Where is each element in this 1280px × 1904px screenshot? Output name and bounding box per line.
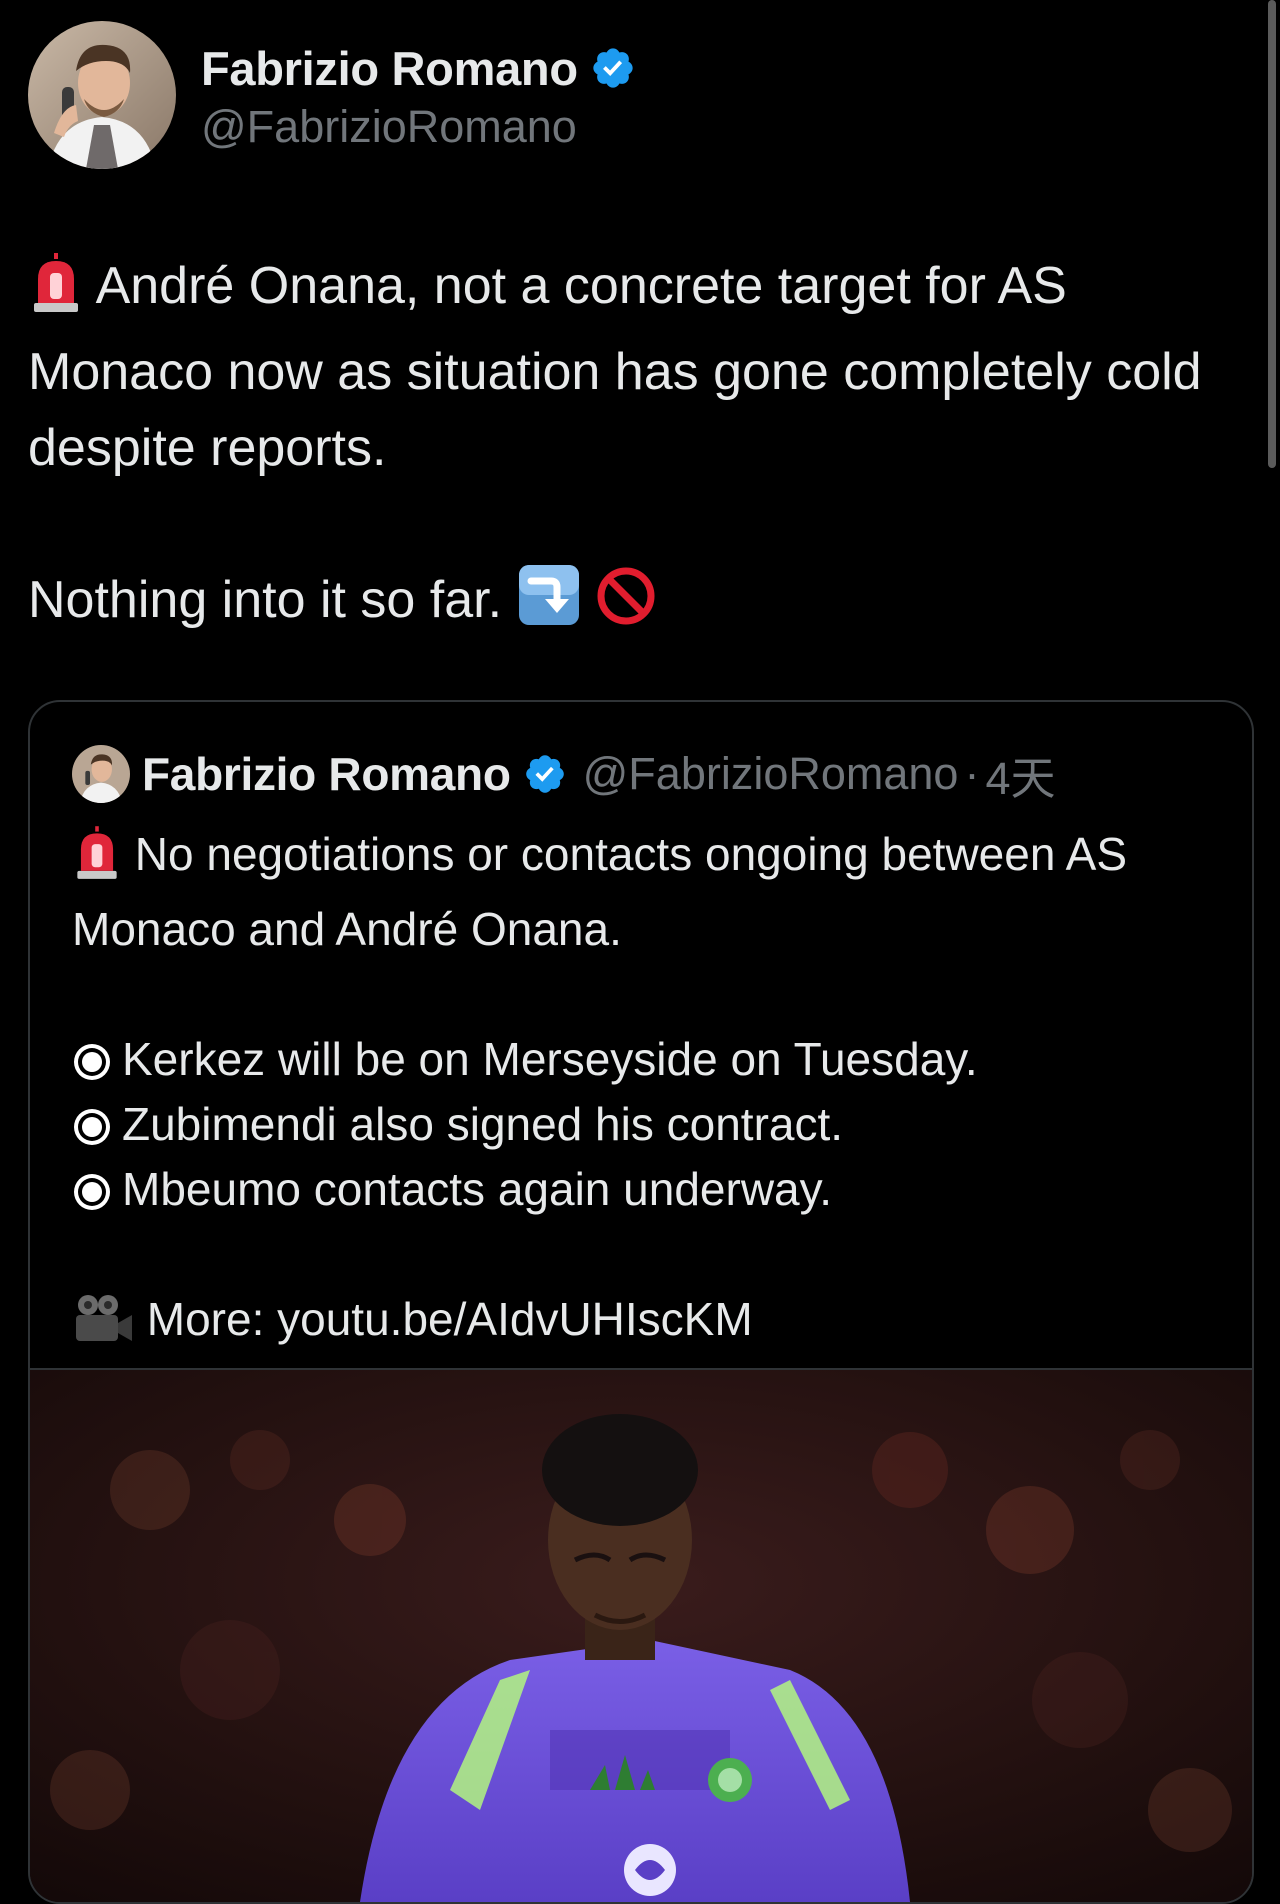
quoted-lead-paragraph: No negotiations or contacts ongoing betw… bbox=[72, 822, 1222, 962]
separator-dot: · bbox=[964, 748, 980, 799]
quoted-tweet-header: Fabrizio Romano @FabrizioRomano · 4天 bbox=[72, 742, 1055, 806]
bullet-text: Mbeumo contacts again underway. bbox=[122, 1163, 832, 1215]
tweet-line-1: André Onana, not a concrete target for A… bbox=[28, 257, 1202, 477]
scrollbar[interactable] bbox=[1268, 0, 1276, 468]
bullet-item: Kerkez will be on Merseyside on Tuesday. bbox=[72, 1027, 1222, 1092]
radio-button-icon bbox=[74, 1174, 110, 1210]
quoted-tweet-body: No negotiations or contacts ongoing betw… bbox=[72, 822, 1222, 1362]
quoted-author-avatar[interactable] bbox=[72, 745, 130, 803]
bullet-text: Kerkez will be on Merseyside on Tuesday. bbox=[122, 1033, 978, 1085]
quoted-tweet-card[interactable]: Fabrizio Romano @FabrizioRomano · 4天 No … bbox=[28, 700, 1254, 1904]
bullet-item: Mbeumo contacts again underway. bbox=[72, 1157, 1222, 1222]
quoted-timestamp[interactable]: 4天 bbox=[985, 742, 1055, 807]
verified-badge-icon bbox=[525, 755, 564, 793]
bullet-text: Zubimendi also signed his contract. bbox=[122, 1098, 844, 1150]
quoted-lead-text: No negotiations or contacts ongoing betw… bbox=[72, 828, 1128, 955]
more-link[interactable]: More: youtu.be/AIdvUHIscKM bbox=[147, 1293, 753, 1345]
author-avatar[interactable] bbox=[28, 21, 176, 169]
author-name-block: Fabrizio Romano @FabrizioRomano bbox=[201, 37, 636, 153]
tweet-paragraph-1: André Onana, not a concrete target for A… bbox=[28, 248, 1228, 486]
quoted-author-handle[interactable]: @FabrizioRomano bbox=[583, 748, 959, 800]
verified-badge-icon bbox=[593, 48, 633, 88]
more-link-line: More: youtu.be/AIdvUHIscKM bbox=[72, 1287, 1222, 1362]
prohibited-icon bbox=[595, 565, 657, 648]
quoted-author-name[interactable]: Fabrizio Romano bbox=[142, 747, 511, 801]
author-name-row: Fabrizio Romano bbox=[201, 37, 636, 99]
radio-button-icon bbox=[74, 1044, 110, 1080]
tweet-header: Fabrizio Romano @FabrizioRomano bbox=[28, 20, 636, 170]
bullet-item: Zubimendi also signed his contract. bbox=[72, 1092, 1222, 1157]
siren-icon bbox=[72, 826, 122, 897]
author-handle[interactable]: @FabrizioRomano bbox=[201, 101, 636, 153]
tweet-body: André Onana, not a concrete target for A… bbox=[28, 248, 1228, 648]
arrow-down-right-icon bbox=[517, 563, 581, 648]
radio-button-icon bbox=[74, 1109, 110, 1145]
tweet-line-2: Nothing into it so far. bbox=[28, 571, 503, 629]
movie-camera-icon bbox=[72, 1293, 134, 1362]
tweet-paragraph-2: Nothing into it so far. bbox=[28, 562, 1228, 648]
quoted-tweet-photo[interactable] bbox=[30, 1370, 1252, 1902]
siren-icon bbox=[28, 253, 84, 334]
author-name[interactable]: Fabrizio Romano bbox=[201, 41, 578, 96]
